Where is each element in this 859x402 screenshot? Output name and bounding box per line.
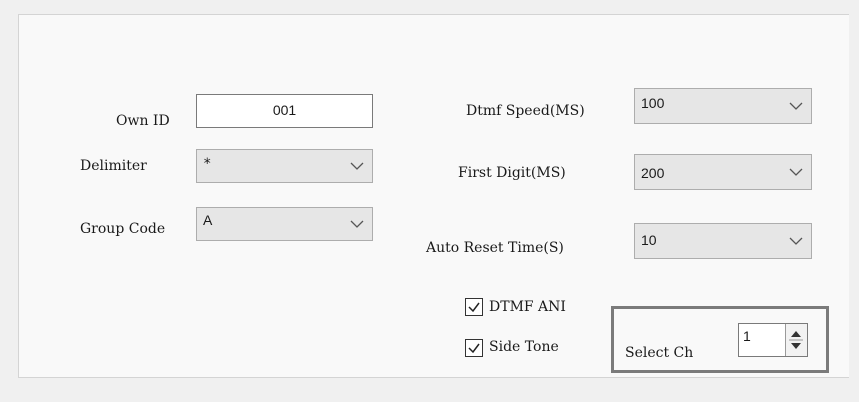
checkmark-icon	[468, 343, 480, 354]
own-id-label: Own ID	[116, 113, 170, 129]
select-ch-value: 1	[743, 328, 751, 344]
own-id-value: 001	[272, 102, 297, 118]
dtmf-speed-value: 100	[641, 95, 665, 111]
first-digit-value: 200	[641, 165, 665, 181]
spin-up-down-icon[interactable]	[786, 324, 806, 356]
group-code-select[interactable]: A	[196, 207, 373, 241]
dtmf-ani-label: DTMF ANI	[489, 299, 566, 315]
first-digit-select[interactable]: 200	[634, 154, 812, 190]
side-tone-label: Side Tone	[489, 339, 559, 355]
own-id-field[interactable]: 001	[196, 94, 373, 128]
checkmark-icon	[468, 302, 480, 313]
delimiter-value: *	[203, 156, 212, 172]
dtmf-ani-checkbox[interactable]	[465, 298, 483, 316]
group-code-value: A	[203, 212, 213, 228]
chevron-down-icon	[789, 102, 803, 110]
dtmf-speed-label: Dtmf Speed(MS)	[466, 103, 585, 119]
delimiter-select[interactable]: *	[196, 149, 373, 183]
chevron-down-icon	[789, 168, 803, 176]
group-code-label: Group Code	[80, 221, 166, 237]
spinner-buttons[interactable]	[785, 324, 807, 356]
chevron-down-icon	[350, 220, 364, 228]
auto-reset-label: Auto Reset Time(S)	[426, 240, 564, 256]
select-ch-spinner[interactable]: 1	[738, 323, 808, 357]
first-digit-label: First Digit(MS)	[458, 165, 566, 181]
side-tone-checkbox[interactable]	[465, 339, 483, 357]
select-ch-label: Select Ch	[625, 345, 694, 361]
dtmf-speed-select[interactable]: 100	[634, 88, 812, 124]
auto-reset-select[interactable]: 10	[634, 223, 812, 259]
chevron-down-icon	[350, 162, 364, 170]
delimiter-label: Delimiter	[80, 158, 147, 174]
auto-reset-value: 10	[641, 232, 657, 248]
chevron-down-icon	[789, 237, 803, 245]
